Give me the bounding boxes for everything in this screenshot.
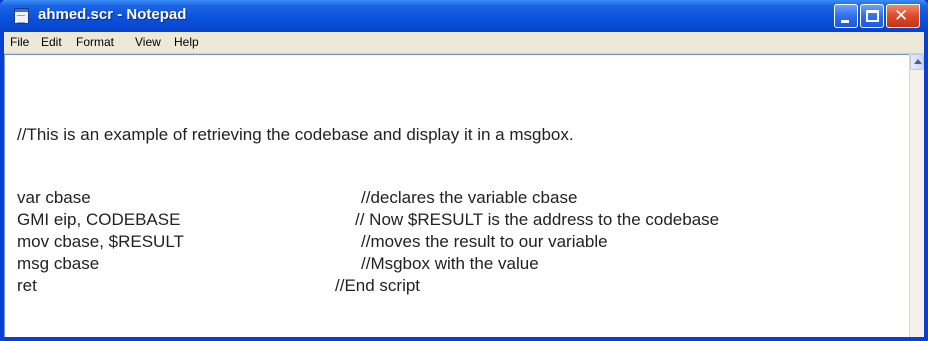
scroll-up-arrow-icon — [914, 59, 922, 64]
window-title: ahmed.scr - Notepad — [38, 6, 187, 23]
menu-file[interactable]: File — [10, 35, 29, 49]
code-comment: //moves the result to our variable — [361, 232, 608, 251]
vertical-scrollbar[interactable] — [909, 54, 924, 337]
code-comment: //End script — [335, 276, 421, 295]
minimize-icon — [841, 20, 849, 23]
scroll-up-button[interactable] — [910, 54, 924, 70]
code-comment: // Now $RESULT is the address to the cod… — [355, 210, 720, 229]
menu-view[interactable]: View — [135, 35, 161, 49]
code-comment: //declares the variable cbase — [361, 188, 578, 207]
menu-format[interactable]: Format — [76, 35, 114, 49]
menu-help[interactable]: Help — [174, 35, 199, 49]
menu-edit[interactable]: Edit — [41, 35, 62, 49]
code-text: GMI eip, CODEBASE — [17, 210, 181, 229]
close-button[interactable]: ✕ — [886, 4, 920, 28]
minimize-button[interactable] — [834, 4, 858, 28]
close-icon: ✕ — [894, 6, 909, 26]
code-text: msg cbase — [17, 254, 100, 273]
menu-bar: File Edit Format View Help — [4, 32, 924, 54]
code-text: var cbase — [17, 188, 91, 207]
notepad-icon[interactable] — [14, 8, 29, 24]
code-comment: //Msgbox with the value — [361, 254, 539, 273]
maximize-button[interactable] — [860, 4, 884, 28]
code-text: ret — [17, 276, 37, 295]
title-bar[interactable]: ahmed.scr - Notepad ✕ — [0, 0, 928, 32]
text-editor[interactable]: //This is an example of retrieving the c… — [4, 54, 909, 337]
intro-comment: //This is an example of retrieving the c… — [17, 125, 574, 144]
code-text: mov cbase, $RESULT — [17, 232, 184, 251]
notepad-window: ahmed.scr - Notepad ✕ File Edit Format V… — [0, 0, 928, 341]
maximize-icon — [866, 10, 879, 22]
